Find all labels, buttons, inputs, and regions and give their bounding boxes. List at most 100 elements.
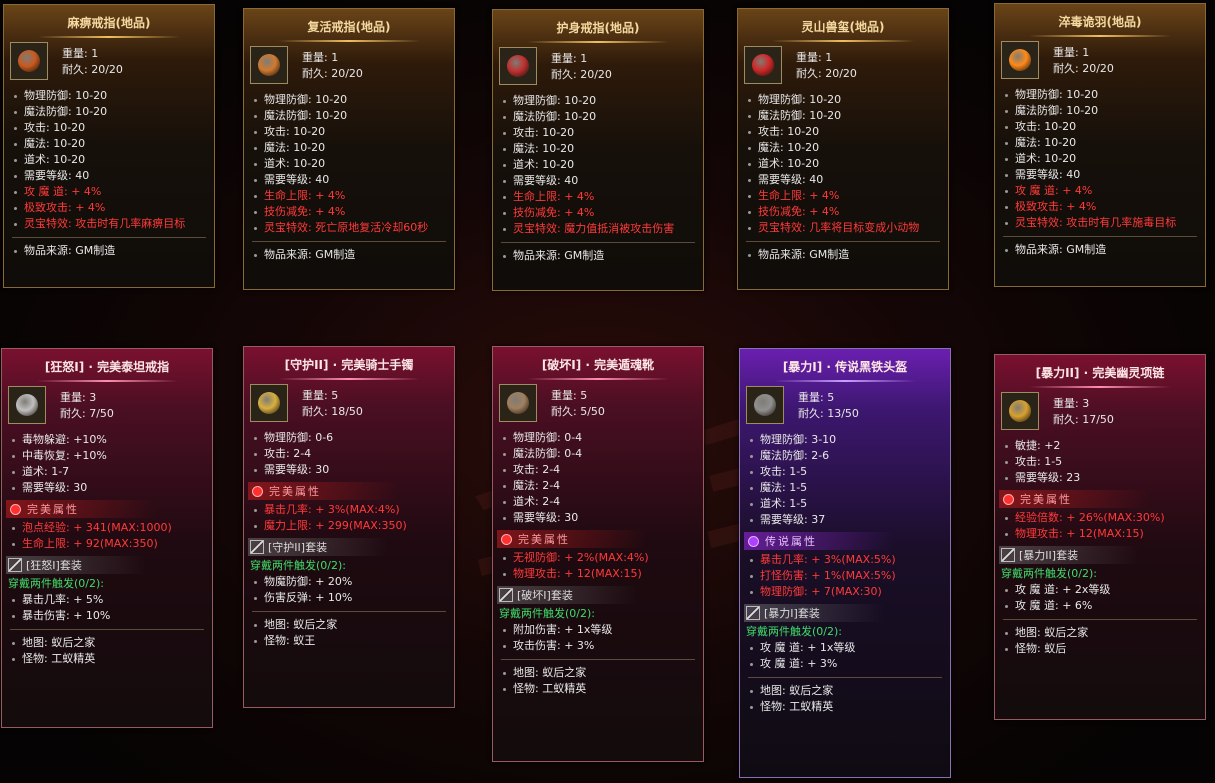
drop-info: 地图: 蚁后之家 怪物: 工蚁精英: [740, 683, 950, 715]
badge-label: 完美属性: [1020, 493, 1072, 506]
stat-list: 物理防御: 0-4 魔法防御: 0-4 攻击: 2-4 魔法: 2-4 道术: 2-4 需…: [493, 430, 703, 526]
helmet-icon: [746, 386, 784, 424]
stat-line: 需要等级: 37: [750, 512, 950, 528]
set-bonus-line: 附加伤害: + 1x等级: [503, 622, 703, 638]
sword-icon: [499, 588, 513, 602]
stat-line: 需要等级: 30: [503, 510, 703, 526]
item-glyph: [507, 392, 529, 414]
stat-line: 魔法防御: 10-20: [748, 108, 948, 124]
divider: [252, 241, 446, 242]
item-glyph: [16, 394, 38, 416]
stat-line: 敏捷: +2: [1005, 438, 1205, 454]
item-title: [暴力I] · 传说黑铁头盔: [782, 360, 908, 374]
weight-label: 重量: 3: [60, 391, 97, 404]
set-bonus-list: 物魔防御: + 20% 伤害反弹: + 10%: [244, 574, 454, 606]
weight-label: 重量: 1: [1053, 46, 1090, 59]
stat-list: 物理防御: 10-20 魔法防御: 10-20 攻击: 10-20 魔法: 10-20…: [995, 87, 1205, 231]
stat-list: 物理防御: 10-20 魔法防御: 10-20 攻击: 10-20 魔法: 10-20…: [244, 92, 454, 236]
set-bonus-line: 攻击伤害: + 3%: [503, 638, 703, 654]
bonus-line: 无视防御: + 2%(MAX:4%): [503, 550, 703, 566]
stat-line: 物理防御: 0-6: [254, 430, 454, 446]
bonus-line: 物理攻击: + 12(MAX:15): [503, 566, 703, 582]
bonus-line: 经验倍数: + 26%(MAX:30%): [1005, 510, 1205, 526]
stat-line: 物理防御: 0-4: [503, 430, 703, 446]
stat-line: 毒物躲避: +10%: [12, 432, 212, 448]
stat-line: 中毒恢复: +10%: [12, 448, 212, 464]
attribute-badge: 完美属性: [6, 500, 156, 518]
stat-list: 物理防御: 10-20 魔法防御: 10-20 攻击: 10-20 魔法: 10-20…: [4, 88, 214, 232]
divider: [252, 611, 446, 612]
stat-line: 魔法: 10-20: [254, 140, 454, 156]
stat-line: 魔法: 10-20: [503, 141, 703, 157]
stat-line: 道术: 10-20: [503, 157, 703, 173]
item-glyph: [1009, 49, 1031, 71]
drop-info: 地图: 蚁后之家 怪物: 工蚁精英: [2, 635, 212, 667]
durability-label: 耐久: 20/20: [62, 63, 123, 76]
drop-info: 地图: 蚁后之家 怪物: 工蚁精英: [493, 665, 703, 697]
source-line: 物品来源: GM制造: [503, 248, 703, 264]
stat-line: 魔法防御: 0-4: [503, 446, 703, 462]
durability-label: 耐久: 20/20: [551, 68, 612, 81]
set-trigger: 穿戴两件触发(0/2):: [8, 577, 104, 590]
item-meta: 重量: 1 耐久: 20/20: [1053, 45, 1114, 77]
item-glyph: [507, 55, 529, 77]
bonus-line: 技伤减免: + 4%: [748, 204, 948, 220]
bonus-line: 生命上限: + 92(MAX:350): [12, 536, 212, 552]
stat-line: 物理防御: 10-20: [254, 92, 454, 108]
bracelet-icon: [250, 384, 288, 422]
stat-line: 魔法: 10-20: [14, 136, 214, 152]
set-bonus-line: 攻 魔 道: + 6%: [1005, 598, 1205, 614]
set-bonus-line: 攻 魔 道: + 3%: [750, 656, 950, 672]
stat-line: 道术: 10-20: [748, 156, 948, 172]
stat-line: 魔法防御: 2-6: [750, 448, 950, 464]
attribute-badge: 完美属性: [999, 490, 1149, 508]
badge-label: 完美属性: [27, 503, 79, 516]
stat-line: 需要等级: 40: [748, 172, 948, 188]
stat-line: 攻击: 2-4: [503, 462, 703, 478]
stat-line: 道术: 2-4: [503, 494, 703, 510]
stat-line: 需要等级: 40: [254, 172, 454, 188]
source-info: 物品来源: GM制造: [995, 242, 1205, 258]
set-bonus-line: 暴击伤害: + 10%: [12, 608, 212, 624]
ring-icon: [499, 47, 537, 85]
item-meta: 重量: 5 耐久: 18/50: [302, 388, 363, 420]
source-info: 物品来源: GM制造: [493, 248, 703, 264]
bonus-list: 暴击几率: + 3%(MAX:5%) 打怪伤害: + 1%(MAX:5%) 物理防御…: [740, 552, 950, 600]
bonus-line: 极致攻击: + 4%: [14, 200, 214, 216]
weight-label: 重量: 1: [302, 51, 339, 64]
item-meta: 重量: 1 耐久: 20/20: [796, 50, 857, 82]
gem-icon: [10, 503, 21, 515]
divider: [1003, 619, 1197, 620]
sword-icon: [250, 540, 264, 554]
set-trigger: 穿戴两件触发(0/2):: [250, 559, 346, 572]
divider: [1003, 236, 1197, 237]
weight-label: 重量: 5: [551, 389, 588, 402]
bonus-line: 技伤减免: + 4%: [503, 205, 703, 221]
stat-list: 毒物躲避: +10% 中毒恢复: +10% 道术: 1-7 需要等级: 30: [2, 432, 212, 496]
durability-label: 耐久: 20/20: [796, 67, 857, 80]
item-glyph: [258, 392, 280, 414]
set-bar: [守护II]套装: [248, 538, 388, 556]
stat-line: 物理防御: 10-20: [503, 93, 703, 109]
durability-label: 耐久: 5/50: [551, 405, 605, 418]
set-bonus-line: 攻 魔 道: + 2x等级: [1005, 582, 1205, 598]
item-header: 重量: 1 耐久: 20/20: [244, 42, 454, 92]
stat-line: 需要等级: 40: [14, 168, 214, 184]
weight-label: 重量: 5: [798, 391, 835, 404]
stat-list: 物理防御: 0-6 攻击: 2-4 需要等级: 30: [244, 430, 454, 478]
item-header: 重量: 3 耐久: 17/50: [995, 388, 1205, 438]
item-title: 复活戒指(地品): [307, 20, 391, 34]
item-tooltip-card: [暴力I] · 传说黑铁头盔 重量: 5 耐久: 13/50 物理防御: 3-10 魔法…: [739, 348, 951, 778]
stat-line: 魔法防御: 10-20: [14, 104, 214, 120]
boots-icon: [499, 384, 537, 422]
divider: [746, 241, 940, 242]
item-title: 淬毒诡羽(地品): [1058, 15, 1142, 29]
item-meta: 重量: 3 耐久: 17/50: [1053, 396, 1114, 428]
stat-line: 魔法: 2-4: [503, 478, 703, 494]
monster-line: 怪物: 蚁后: [1005, 641, 1205, 657]
durability-label: 耐久: 20/20: [1053, 62, 1114, 75]
durability-label: 耐久: 18/50: [302, 405, 363, 418]
bonus-line: 攻 魔 道: + 4%: [1005, 183, 1205, 199]
set-bar: [破坏I]套装: [497, 586, 637, 604]
attribute-badge: 传说属性: [744, 532, 894, 550]
